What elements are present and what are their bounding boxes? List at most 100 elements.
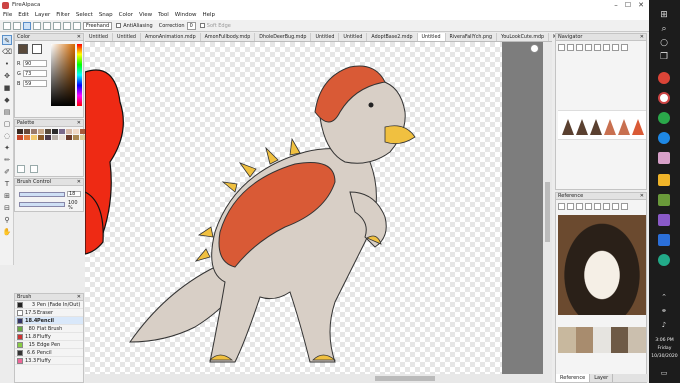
panel-close-icon[interactable]: ✕ <box>77 120 81 127</box>
palette-add-icon[interactable] <box>17 165 25 173</box>
ref-color-chip[interactable] <box>575 327 594 353</box>
palette-swatch[interactable] <box>66 129 72 134</box>
menu-edit[interactable]: Edit <box>18 12 29 18</box>
document-tab[interactable]: AmonFullbody.mdp <box>201 33 256 41</box>
app-pink-icon[interactable] <box>658 152 670 164</box>
palette-swatch[interactable] <box>73 129 79 134</box>
mode-curve-button[interactable] <box>63 21 71 30</box>
network-icon[interactable]: ⚭ <box>657 304 671 318</box>
search-icon[interactable]: ⌕ <box>657 22 671 36</box>
menu-help[interactable]: Help <box>202 12 215 18</box>
palette-swatch[interactable] <box>38 135 44 140</box>
tab-layer[interactable]: Layer <box>590 374 614 382</box>
palette-swatch[interactable] <box>31 129 37 134</box>
ref-flip-icon[interactable] <box>603 203 610 210</box>
palette-swatch[interactable] <box>24 135 30 140</box>
hand-tool-icon[interactable]: ✋ <box>2 227 12 237</box>
palette-swatch[interactable] <box>45 129 51 134</box>
antialiasing-checkbox[interactable] <box>116 23 122 28</box>
brush-item[interactable]: 18.4 Pencil <box>15 317 83 325</box>
ref-zoom-out-icon[interactable] <box>576 203 583 210</box>
nav-rotate-left-icon[interactable] <box>594 44 601 51</box>
nav-zoom-out-icon[interactable] <box>567 44 574 51</box>
ref-color-chip[interactable] <box>593 327 611 353</box>
panel-close-icon[interactable]: ✕ <box>77 34 81 41</box>
edge-icon[interactable] <box>658 254 670 266</box>
document-tab[interactable]: Untitled <box>417 33 446 41</box>
bucket-tool-icon[interactable]: ◆ <box>2 95 12 105</box>
document-tab[interactable]: Untitled <box>311 33 340 41</box>
app-blue-icon[interactable] <box>658 132 670 144</box>
chrome-icon[interactable] <box>658 72 670 84</box>
fill-tool-icon[interactable]: ■ <box>2 83 12 93</box>
reference-image[interactable] <box>558 215 646 315</box>
redo-button[interactable] <box>13 21 21 30</box>
brush-item[interactable]: 6.6 Pencil <box>15 349 83 357</box>
blue-input[interactable]: 59 <box>23 80 47 87</box>
brush-item[interactable]: 11.8 Fluffy <box>15 333 83 341</box>
brush-item[interactable]: 80 Flat Brush <box>15 325 83 333</box>
stroke-mode-select[interactable]: Freehand <box>83 21 113 30</box>
operation-tool-icon[interactable]: ⊞ <box>2 191 12 201</box>
palette-swatch[interactable] <box>38 129 44 134</box>
brush-item[interactable]: 13.3 Fluffy <box>15 357 83 365</box>
brush-opacity-slider[interactable] <box>19 202 65 207</box>
nav-reset-icon[interactable] <box>612 44 619 51</box>
app-store-icon[interactable] <box>658 234 670 246</box>
nav-rotate-right-icon[interactable] <box>603 44 610 51</box>
nav-flip-icon[interactable] <box>621 44 628 51</box>
undo-button[interactable] <box>3 21 11 30</box>
horizontal-scrollbar[interactable] <box>85 374 552 383</box>
gradient-tool-icon[interactable]: ▤ <box>2 107 12 117</box>
document-tab[interactable]: AdoptBase2.mdp <box>367 33 418 41</box>
palette-swatch[interactable] <box>52 129 58 134</box>
palette-swatch[interactable] <box>17 129 23 134</box>
soft-edge-checkbox[interactable] <box>199 23 205 28</box>
app-green-icon[interactable] <box>658 112 670 124</box>
cortana-icon[interactable]: ○ <box>657 36 671 50</box>
brush-item[interactable]: 17.5 Eraser <box>15 309 83 317</box>
minecraft-icon[interactable] <box>658 194 670 206</box>
ref-eyedropper-icon[interactable] <box>621 203 628 210</box>
brush-item[interactable]: 15 Edge Pen <box>15 341 83 349</box>
panel-close-icon[interactable]: ✕ <box>77 179 81 186</box>
ref-color-chip[interactable] <box>628 327 646 353</box>
mode-polyline-button[interactable] <box>73 21 81 30</box>
close-button[interactable]: ✕ <box>635 0 647 10</box>
palette-swatch[interactable] <box>45 135 51 140</box>
tab-reference[interactable]: Reference <box>556 374 591 382</box>
drawing-canvas[interactable] <box>85 42 502 374</box>
firealpaca-taskbar-icon[interactable] <box>658 92 670 104</box>
menu-layer[interactable]: Layer <box>35 12 50 18</box>
ref-delete-icon[interactable] <box>612 203 619 210</box>
notifications-icon[interactable]: ▭ <box>657 366 671 380</box>
move-tool-icon[interactable]: ✥ <box>2 71 12 81</box>
palette-swatch[interactable] <box>59 135 65 140</box>
palette-swatch[interactable] <box>59 129 65 134</box>
ref-color-chip[interactable] <box>558 327 576 353</box>
menu-filter[interactable]: Filter <box>56 12 70 18</box>
eraser-tool-icon[interactable]: ⌫ <box>2 47 12 57</box>
file-explorer-icon[interactable] <box>658 174 670 186</box>
red-input[interactable]: 90 <box>23 60 47 67</box>
ref-zoom-in-icon[interactable] <box>567 203 574 210</box>
document-tab[interactable]: Untitled <box>339 33 368 41</box>
brush-tool-icon[interactable]: ✎ <box>2 35 12 45</box>
menu-color[interactable]: Color <box>119 12 133 18</box>
brush-size-slider[interactable] <box>19 192 65 197</box>
primary-color-swatch[interactable] <box>18 44 28 54</box>
color-picker-area[interactable] <box>51 44 75 106</box>
panel-close-icon[interactable]: ✕ <box>77 294 81 301</box>
volume-icon[interactable]: ♪ <box>657 318 671 332</box>
palette-swatch[interactable] <box>24 129 30 134</box>
start-icon[interactable]: ⊞ <box>657 8 671 22</box>
mode-line-button[interactable] <box>33 21 41 30</box>
nav-zoom-in-icon[interactable] <box>558 44 565 51</box>
menu-window[interactable]: Window <box>175 12 197 18</box>
palette-swatch[interactable] <box>52 135 58 140</box>
mode-rect-button[interactable] <box>43 21 51 30</box>
clock-time[interactable]: 3:06 PM <box>649 338 680 343</box>
brush-size-value[interactable]: 18 <box>67 191 81 197</box>
select-pen-tool-icon[interactable]: ✏ <box>2 155 12 165</box>
horizontal-scroll-thumb[interactable] <box>375 376 435 381</box>
